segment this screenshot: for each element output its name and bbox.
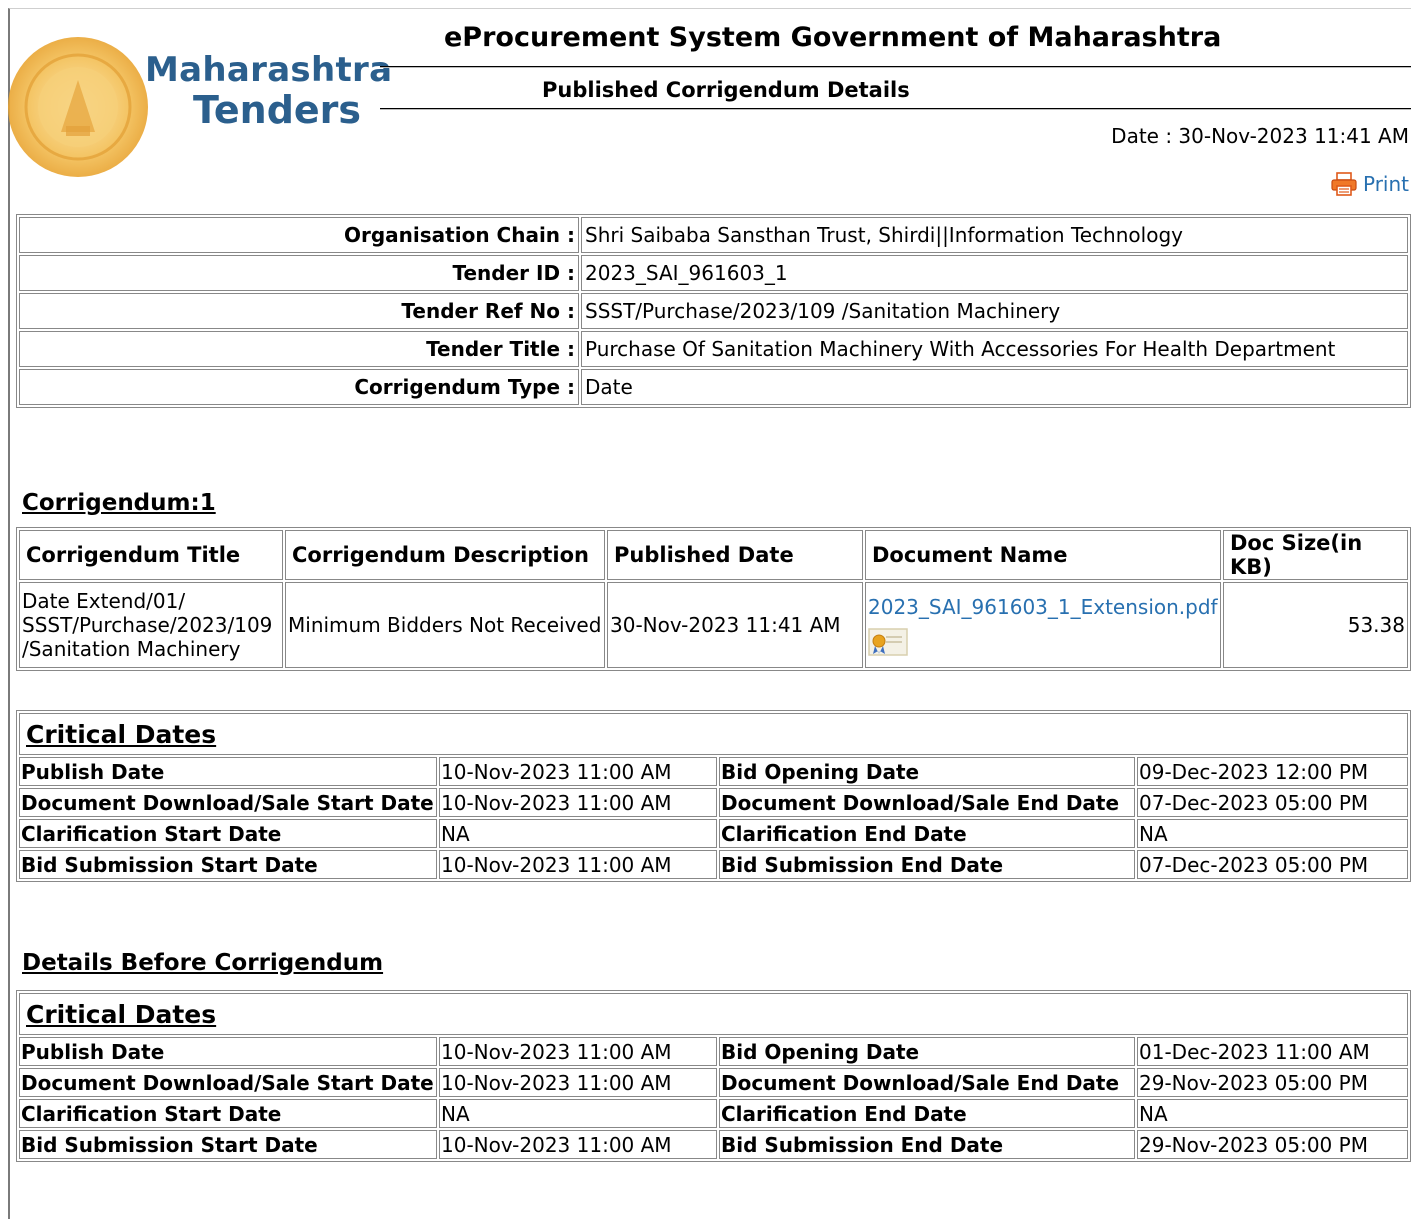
- date-label: Bid Submission End Date: [719, 850, 1135, 879]
- document-link[interactable]: 2023_SAI_961603_1_Extension.pdf: [868, 593, 1218, 621]
- info-value: Shri Saibaba Sansthan Trust, Shirdi||Inf…: [581, 217, 1408, 253]
- table-row: Bid Submission Start Date 10-Nov-2023 11…: [19, 1130, 1408, 1159]
- date-label: Bid Opening Date: [719, 1037, 1135, 1066]
- date-value: NA: [1137, 1099, 1408, 1128]
- info-value: SSST/Purchase/2023/109 /Sanitation Machi…: [581, 293, 1408, 329]
- date-value: 29-Nov-2023 05:00 PM: [1137, 1130, 1408, 1159]
- critical-dates-table: Critical Dates Publish Date 10-Nov-2023 …: [16, 710, 1411, 882]
- printer-icon: [1331, 172, 1357, 196]
- date-value: 10-Nov-2023 11:00 AM: [439, 1037, 717, 1066]
- info-row-corrigendum-type: Corrigendum Type : Date: [19, 369, 1408, 405]
- info-label: Corrigendum Type :: [19, 369, 579, 405]
- corrigendum-title-line: Date Extend/01/: [22, 589, 186, 613]
- header-rule-bottom: [380, 108, 1411, 110]
- date-label: Document Download/Sale Start Date: [19, 1068, 437, 1097]
- brand-wordmark: Maharashtra Tenders: [145, 50, 392, 130]
- info-row-organisation: Organisation Chain : Shri Saibaba Sansth…: [19, 217, 1408, 253]
- table-row: Bid Submission Start Date 10-Nov-2023 11…: [19, 850, 1408, 879]
- critical-dates-caption: Critical Dates: [19, 993, 1408, 1035]
- corrigendum-heading: Corrigendum:1: [22, 490, 216, 516]
- table-row: Document Download/Sale Start Date 10-Nov…: [19, 788, 1408, 817]
- date-label: Bid Submission Start Date: [19, 1130, 437, 1159]
- date-value: 10-Nov-2023 11:00 AM: [439, 1130, 717, 1159]
- corrigendum-description: Minimum Bidders Not Received: [285, 582, 605, 668]
- print-button[interactable]: Print: [1331, 172, 1409, 196]
- date-label: Publish Date: [19, 1037, 437, 1066]
- date-label: Publish Date: [19, 757, 437, 786]
- date-value: NA: [439, 1099, 717, 1128]
- date-value: 10-Nov-2023 11:00 AM: [439, 757, 717, 786]
- details-before-heading: Details Before Corrigendum: [22, 950, 384, 976]
- column-header: Doc Size(in KB): [1223, 530, 1408, 580]
- document-cell: 2023_SAI_961603_1_Extension.pdf: [865, 582, 1221, 668]
- table-row: Date Extend/01/ SSST/Purchase/2023/109 /…: [19, 582, 1408, 668]
- column-header: Document Name: [865, 530, 1221, 580]
- info-value: Purchase Of Sanitation Machinery With Ac…: [581, 331, 1408, 367]
- corrigendum-title-cell: Date Extend/01/ SSST/Purchase/2023/109 /…: [19, 582, 283, 668]
- table-row: Publish Date 10-Nov-2023 11:00 AM Bid Op…: [19, 757, 1408, 786]
- corrigendum-table: Corrigendum Title Corrigendum Descriptio…: [16, 527, 1411, 671]
- critical-dates-before-table: Critical Dates Publish Date 10-Nov-2023 …: [16, 990, 1411, 1162]
- info-row-ref-no: Tender Ref No : SSST/Purchase/2023/109 /…: [19, 293, 1408, 329]
- current-date: Date : 30-Nov-2023 11:41 AM: [1111, 124, 1409, 148]
- date-value: 07-Dec-2023 05:00 PM: [1137, 850, 1408, 879]
- column-header: Published Date: [607, 530, 863, 580]
- print-label: Print: [1362, 172, 1409, 196]
- table-row: Publish Date 10-Nov-2023 11:00 AM Bid Op…: [19, 1037, 1408, 1066]
- date-label: Document Download/Sale Start Date: [19, 788, 437, 817]
- corrigendum-title-line: SSST/Purchase/2023/109: [22, 613, 273, 637]
- table-row: Document Download/Sale Start Date 10-Nov…: [19, 1068, 1408, 1097]
- info-value: 2023_SAI_961603_1: [581, 255, 1408, 291]
- date-label: Clarification Start Date: [19, 1099, 437, 1128]
- critical-dates-caption: Critical Dates: [19, 713, 1408, 755]
- date-value: 10-Nov-2023 11:00 AM: [439, 850, 717, 879]
- tender-info-table: Organisation Chain : Shri Saibaba Sansth…: [16, 214, 1411, 408]
- corrigendum-title-line: /Sanitation Machinery: [22, 637, 241, 661]
- date-value: 29-Nov-2023 05:00 PM: [1137, 1068, 1408, 1097]
- date-label: Bid Submission End Date: [719, 1130, 1135, 1159]
- date-label: Bid Submission Start Date: [19, 850, 437, 879]
- date-value: 07-Dec-2023 05:00 PM: [1137, 788, 1408, 817]
- table-row: Clarification Start Date NA Clarificatio…: [19, 1099, 1408, 1128]
- certificate-icon[interactable]: [868, 627, 908, 657]
- info-row-title: Tender Title : Purchase Of Sanitation Ma…: [19, 331, 1408, 367]
- date-label: Clarification Start Date: [19, 819, 437, 848]
- info-row-tender-id: Tender ID : 2023_SAI_961603_1: [19, 255, 1408, 291]
- site-title: eProcurement System Government of Mahara…: [444, 22, 1222, 53]
- table-header-row: Corrigendum Title Corrigendum Descriptio…: [19, 530, 1408, 580]
- page-title: Published Corrigendum Details: [542, 78, 910, 102]
- info-label: Tender Ref No :: [19, 293, 579, 329]
- date-label: Clarification End Date: [719, 819, 1135, 848]
- info-label: Organisation Chain :: [19, 217, 579, 253]
- published-date: 30-Nov-2023 11:41 AM: [607, 582, 863, 668]
- brand-line-2: Tenders: [193, 88, 362, 132]
- date-label: Clarification End Date: [719, 1099, 1135, 1128]
- column-header: Corrigendum Description: [285, 530, 605, 580]
- table-row: Clarification Start Date NA Clarificatio…: [19, 819, 1408, 848]
- info-value: Date: [581, 369, 1408, 405]
- brand-line-1: Maharashtra: [145, 50, 393, 90]
- date-label: Document Download/Sale End Date: [719, 788, 1135, 817]
- info-label: Tender ID :: [19, 255, 579, 291]
- date-label: Document Download/Sale End Date: [719, 1068, 1135, 1097]
- date-value: 01-Dec-2023 11:00 AM: [1137, 1037, 1408, 1066]
- date-value: 10-Nov-2023 11:00 AM: [439, 788, 717, 817]
- column-header: Corrigendum Title: [19, 530, 283, 580]
- date-value: 10-Nov-2023 11:00 AM: [439, 1068, 717, 1097]
- date-value: NA: [1137, 819, 1408, 848]
- doc-size: 53.38: [1223, 582, 1408, 668]
- info-label: Tender Title :: [19, 331, 579, 367]
- header-rule-top: [380, 66, 1411, 68]
- date-value: NA: [439, 819, 717, 848]
- date-label: Bid Opening Date: [719, 757, 1135, 786]
- maharashtra-seal-logo: [8, 37, 148, 177]
- date-value: 09-Dec-2023 12:00 PM: [1137, 757, 1408, 786]
